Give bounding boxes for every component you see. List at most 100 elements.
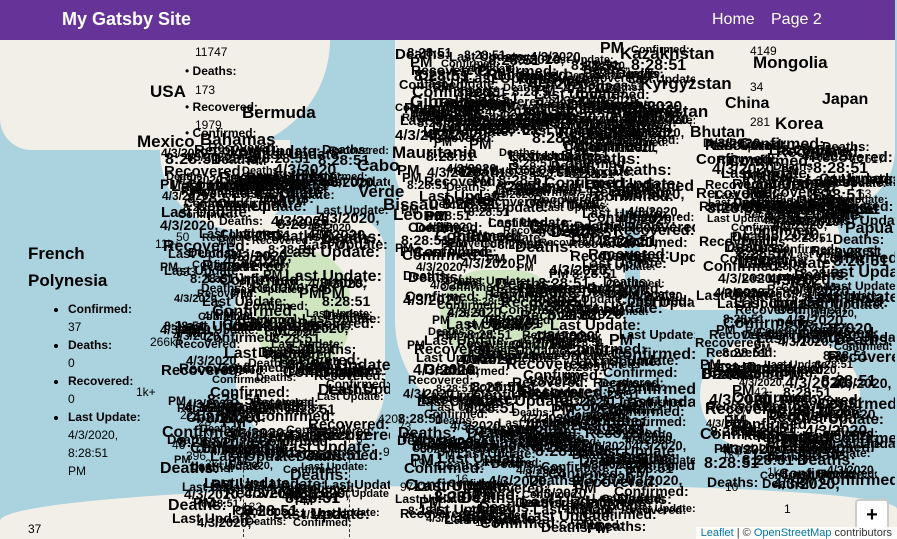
popup-text-fragment: 8:28:51: [570, 412, 619, 428]
count-marker-132: 132: [242, 500, 263, 514]
popup-text-fragment: 4/3/2020,: [561, 192, 607, 204]
popup-text-fragment: Confirmed:: [399, 77, 469, 92]
popup-text-fragment: Confirmed:: [437, 298, 501, 312]
popup-text-fragment: Last Update:: [627, 294, 695, 310]
popup-text-fragment: Last Update:: [317, 391, 384, 403]
popup-text-fragment: Deaths:: [716, 202, 757, 214]
popup-text-fragment: Last Update:: [721, 165, 812, 182]
count-marker-88: 88: [480, 486, 494, 500]
count-marker-10: 10: [725, 480, 739, 494]
stat-recovered: Recovered:0: [68, 372, 141, 408]
popup-text-fragment: Recovered:: [629, 210, 695, 224]
popup-text-fragment: PM: [256, 251, 273, 263]
count-marker-14: 14: [475, 515, 489, 529]
nav-home-link[interactable]: Home: [712, 11, 755, 29]
popup-text-fragment: 4/3/2020,: [426, 513, 472, 525]
label-japan: Japan: [822, 91, 869, 108]
count-marker-396: 396: [186, 449, 207, 463]
usa-deaths-value: 173: [195, 83, 216, 97]
count-marker-4: 4: [495, 515, 502, 529]
popup-text-fragment: Last Update:: [553, 292, 626, 306]
stat-last-update: Last Update:4/3/2020, 8:28:51 PM: [68, 408, 141, 480]
popup-text-fragment: 4/3/2020,: [718, 270, 777, 286]
leaflet-link[interactable]: Leaflet: [701, 527, 734, 539]
popup-text-fragment: PM: [560, 120, 583, 137]
popup-text-fragment: PM: [168, 394, 186, 408]
popup-text-fragment: Last Update:: [177, 318, 268, 335]
popup-text-fragment: Deaths:: [444, 192, 500, 209]
popup-text-fragment: Deaths:: [834, 203, 879, 217]
popup-text-fragment: Confirmed:: [494, 68, 564, 83]
popup-text-fragment: PM: [193, 495, 216, 512]
popup-text-fragment: Recovered:: [578, 71, 644, 85]
count-marker-9: 9: [383, 445, 390, 459]
label-afghanistan: Afghanistan: [610, 102, 709, 121]
world-map[interactable]: Last Update: Last Update: 4/3/2020, 4/3/202…: [0, 40, 897, 539]
count-marker-6: 6: [356, 432, 363, 446]
count-marker-1k-e: 1k+: [767, 465, 787, 479]
popup-text-fragment: PM: [264, 322, 287, 339]
osm-link[interactable]: OpenStreetMap: [754, 527, 832, 539]
popup-text-fragment: Recovered:: [482, 457, 542, 469]
popup-text-fragment: 4/3/2020,: [827, 463, 878, 477]
count-marker-46: 46: [172, 438, 186, 452]
count-marker-3k-b: 3k+: [745, 443, 765, 457]
count-marker-1k-d: 1k+: [722, 447, 742, 461]
label-morocco: Morocco: [412, 107, 483, 126]
popup-text-fragment: Confirmed:: [413, 244, 493, 261]
site-title[interactable]: My Gatsby Site: [62, 9, 191, 30]
popup-text-fragment: Deaths:: [261, 180, 302, 192]
popup-text-fragment: 4/3/2020,: [513, 422, 572, 438]
popup-text-fragment: PM: [397, 162, 420, 179]
label-bermuda: Bermuda: [242, 103, 316, 122]
nav-page2-link[interactable]: Page 2: [771, 11, 822, 29]
popup-text-fragment: PM: [517, 262, 534, 274]
popup-text-fragment: Deaths:: [512, 407, 553, 419]
popup-text-fragment: Confirmed:: [445, 364, 509, 378]
count-marker-114: 114: [728, 412, 748, 426]
zoom-in-button[interactable]: +: [857, 501, 887, 530]
count-marker-194: 194: [412, 456, 433, 470]
popup-text-fragment: Confirmed:: [435, 487, 521, 504]
label-mexico: Mexico: [137, 132, 195, 151]
popup-text-fragment: 8:28:51: [488, 52, 540, 69]
popup-text-fragment: 8:28:51: [766, 431, 822, 448]
count-marker-42: 42: [754, 385, 768, 399]
popup-text-fragment: 4/3/2020,: [757, 227, 824, 244]
popup-text-fragment: Last Update:: [442, 441, 521, 456]
label-cabo: Cabo: [357, 156, 400, 175]
count-marker-159: 159: [655, 460, 676, 474]
popup-text-fragment: Deaths:: [574, 218, 626, 234]
count-marker-50: 50: [176, 230, 190, 244]
count-marker-302: 302: [420, 442, 441, 456]
popup-text-fragment: PM: [208, 181, 225, 193]
count-marker-9712: 9712: [400, 480, 427, 494]
count-china: 281: [750, 115, 771, 129]
count-marker-3k: 3k+: [205, 457, 225, 471]
count-marker-73: 73: [398, 420, 412, 434]
popup-text-fragment: Last Update:: [303, 236, 388, 252]
label-china: China: [725, 95, 770, 112]
popup-text-fragment: 4/3/2020,: [317, 210, 380, 227]
popup-text-fragment: Recovered:: [508, 161, 596, 178]
popup-text-fragment: Confirmed:: [582, 506, 657, 522]
popup-text-fragment: Confirmed:: [192, 259, 251, 271]
popup-text-fragment: PM: [296, 166, 316, 181]
count-marker-28b: 28: [833, 376, 847, 390]
popup-title: French Polynesia: [28, 244, 108, 290]
popup-text-fragment: Last Update:: [814, 290, 881, 302]
popup-text-fragment: Last Update:: [764, 359, 831, 371]
popup-text-fragment: Recovered:: [572, 474, 660, 491]
usa-deaths-label: • Deaths:: [185, 64, 237, 78]
popup-french-polynesia[interactable]: French Polynesia Confirmed:37 Deaths:0 R…: [28, 240, 141, 480]
popup-text-fragment: 4/3/2020,: [770, 216, 816, 228]
label-papua: Papua: [845, 220, 894, 237]
label-bhutan: Bhutan: [690, 124, 746, 141]
label-kazakhstan: Kazakhstan: [620, 44, 715, 63]
popup-text-fragment: PM: [481, 100, 498, 112]
popup-text-fragment: 4/3/2020,: [714, 285, 769, 300]
popup-text-fragment: Deaths:: [600, 376, 645, 390]
count-marker-266k: 266k+: [150, 335, 184, 349]
popup-text-fragment: 4/3/2020,: [564, 306, 627, 323]
count-mongolia-deaths: 34: [750, 80, 764, 94]
